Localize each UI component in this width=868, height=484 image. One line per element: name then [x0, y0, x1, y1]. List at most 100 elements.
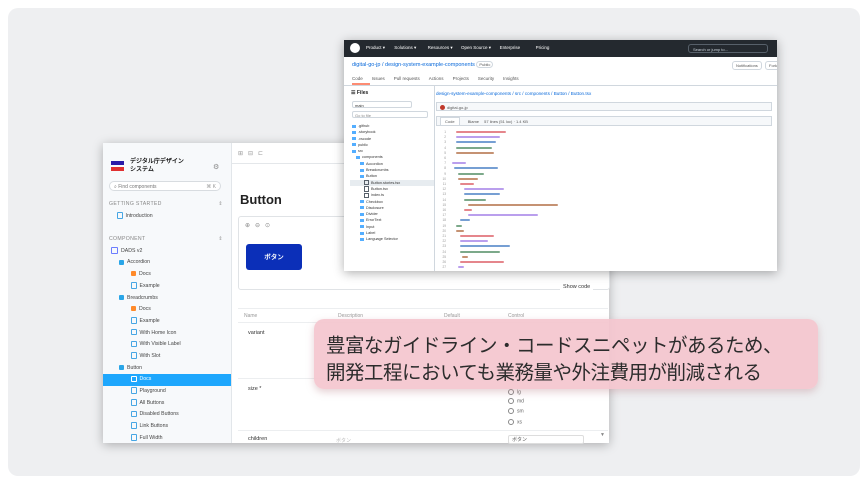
code-line: [456, 131, 506, 133]
github-nav-item[interactable]: Pricing: [536, 45, 550, 50]
sidebar-item[interactable]: DADS v2: [103, 246, 231, 258]
line-number: 6: [444, 156, 446, 160]
line-number: 9: [444, 171, 446, 176]
repo-tab[interactable]: Insights: [503, 76, 519, 81]
show-code-button[interactable]: Show code: [560, 282, 594, 292]
github-search-input[interactable]: Search or jump to...: [688, 44, 768, 53]
document-icon: [131, 306, 136, 312]
repo-tab[interactable]: Pull requests: [394, 76, 420, 81]
code-line: [468, 203, 558, 206]
github-window: Product ▾ Solutions ▾ Resources ▾ Open Sour…: [344, 40, 777, 271]
sidebar-item[interactable]: Docs: [103, 304, 231, 316]
nav-section[interactable]: COMPONENT ⇕: [103, 234, 231, 246]
zoom-icon[interactable]: ⊞: [238, 150, 243, 157]
sidebar-item[interactable]: Breadcrumbs: [103, 293, 231, 305]
sidebar-item[interactable]: With Home Icon: [103, 328, 231, 340]
collapse-icon[interactable]: ⇕: [218, 199, 223, 211]
github-nav-item[interactable]: Enterprise: [500, 45, 521, 50]
size-radio-lg[interactable]: lg: [508, 389, 521, 395]
code-view: 1 2 3 4 5 6 7 8 9 10 11 12 13 14 15 16 17 18 19 20 21 22 23 24 2…: [436, 128, 772, 271]
size-radio-sm[interactable]: sm: [508, 408, 524, 414]
file-tree-item[interactable]: Language Selector: [350, 236, 434, 242]
github-nav-item[interactable]: Solutions ▾: [394, 45, 416, 51]
sidebar-item[interactable]: With Slot: [103, 351, 231, 363]
sidebar-item-label: Docs: [139, 271, 151, 278]
code-toolbar: Code Blame 57 lines (51 loc) · 1.4 KB: [436, 116, 772, 126]
divider: [238, 430, 608, 431]
line-number: 2: [444, 135, 446, 140]
size-radio-xs[interactable]: xs: [508, 419, 522, 425]
sidebar-item[interactable]: Docs: [103, 374, 231, 386]
goto-file-input[interactable]: Go to file: [352, 111, 428, 118]
find-components-input[interactable]: ⌕ Find components ⌘ K: [109, 181, 221, 191]
zoom-out-icon[interactable]: ⊖: [255, 222, 260, 229]
line-number: 20: [442, 228, 446, 233]
fork-button[interactable]: Fork: [765, 61, 777, 70]
file-tree-label: public: [358, 142, 368, 147]
code-line: [456, 229, 464, 232]
repo-name[interactable]: digital-go-jp / design-system-example-co…: [352, 61, 494, 68]
avatar[interactable]: [440, 105, 445, 110]
tab-code[interactable]: Code: [440, 117, 460, 126]
sidebar-item[interactable]: Example: [103, 316, 231, 328]
line-number: 15: [442, 202, 446, 207]
branch-selector[interactable]: main: [352, 101, 412, 108]
github-nav-item[interactable]: Resources ▾: [428, 45, 453, 51]
document-icon: [131, 399, 137, 406]
repo-tabs: Code Issues Pull requests Actions Projects Se…: [352, 76, 528, 81]
sidebar-item[interactable]: Disabled Buttons: [103, 409, 231, 421]
line-number: 7: [444, 161, 446, 166]
repo-tab[interactable]: Code: [352, 76, 363, 81]
line-number: 25: [442, 254, 446, 259]
sidebar-item[interactable]: Example: [103, 281, 231, 293]
repo-path[interactable]: digital-go-jp / design-system-example-co…: [352, 62, 475, 68]
commit-author[interactable]: digital-go-jp: [447, 105, 468, 110]
repo-visibility-badge: Public: [476, 61, 494, 68]
grid-icon[interactable]: ⊟: [248, 150, 253, 157]
repo-tab[interactable]: Projects: [453, 76, 469, 81]
sidebar-item[interactable]: Playground: [103, 386, 231, 398]
sidebar-item[interactable]: Accordion: [103, 257, 231, 269]
sidebar-item[interactable]: Link Buttons: [103, 421, 231, 433]
sidebar-item[interactable]: All Buttons: [103, 398, 231, 410]
sidebar-item-label: Example: [139, 282, 160, 289]
collapse-icon[interactable]: ⇕: [218, 234, 223, 246]
sidebar-item[interactable]: Introduction: [103, 211, 231, 223]
zoom-reset-icon[interactable]: ⊙: [265, 222, 270, 229]
tab-blame[interactable]: Blame: [464, 117, 483, 127]
sidebar-item[interactable]: Full Width: [103, 433, 231, 443]
nav-section[interactable]: GETTING STARTED ⇕: [103, 199, 231, 211]
zoom-in-icon[interactable]: ⊕: [245, 222, 250, 229]
code-line: [464, 209, 472, 211]
github-logo-icon[interactable]: [350, 43, 360, 53]
callout-line-1: 豊富なガイドライン・コードスニペットがあるため、: [326, 334, 783, 357]
github-nav-item[interactable]: Product ▾: [366, 45, 385, 51]
file-tree-label: .vscode: [358, 136, 372, 141]
sidebar-item-label: Docs: [139, 306, 151, 313]
file-tree-panel: ☰ Files main Go to file .github .storyboo…: [344, 86, 435, 271]
component-icon: [119, 259, 124, 265]
code-line: [462, 255, 468, 258]
brand[interactable]: デジタル庁デザイン システム: [111, 158, 200, 174]
outline-icon[interactable]: ⊏: [258, 150, 263, 157]
file-breadcrumb[interactable]: design-system-example-components / src /…: [436, 91, 591, 96]
sidebar-item[interactable]: With Visible Label: [103, 339, 231, 351]
code-line: [460, 219, 470, 222]
demo-button[interactable]: ボタン: [246, 244, 302, 270]
folder-icon: [352, 124, 356, 128]
sidebar-item[interactable]: Button: [103, 363, 231, 375]
folder-icon: [356, 155, 360, 159]
repo-tab[interactable]: Actions: [429, 76, 444, 81]
storybook-nav-tree: GETTING STARTED ⇕ Introduction COMPONENT ⇕ DA…: [103, 199, 231, 443]
folder-icon: [352, 149, 356, 153]
github-nav-item[interactable]: Open Source ▾: [461, 45, 491, 51]
children-control-input[interactable]: ボタン: [508, 435, 584, 444]
sidebar-item[interactable]: Docs: [103, 269, 231, 281]
notifications-button[interactable]: Notifications: [732, 61, 762, 70]
latest-commit-bar: digital-go-jp: [436, 102, 772, 111]
settings-icon[interactable]: ⚙: [213, 163, 219, 171]
repo-tab[interactable]: Security: [478, 76, 494, 81]
size-radio-md[interactable]: md: [508, 398, 524, 404]
scroll-down-icon[interactable]: ▼: [600, 432, 605, 438]
repo-tab[interactable]: Issues: [372, 76, 385, 81]
